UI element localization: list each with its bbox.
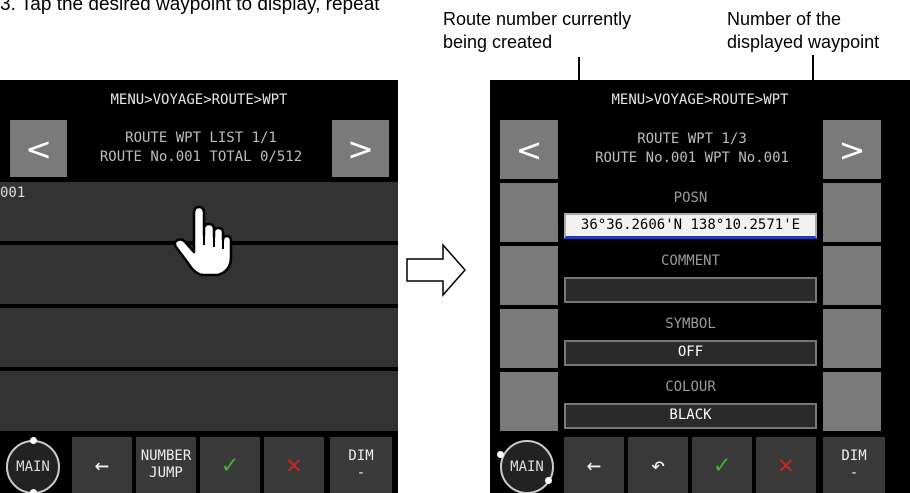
route-number-annotation-line1: Route number currently [443, 9, 632, 29]
waypoint-header-line1: ROUTE WPT 1/3 [637, 131, 747, 147]
left-side-button[interactable] [500, 246, 558, 305]
colour-label: COLOUR [665, 379, 716, 395]
dim-label: DIM [348, 448, 374, 464]
left-side-button[interactable] [500, 183, 558, 242]
back-button[interactable]: ← [72, 437, 132, 493]
posn-field[interactable]: 36°36.2606'N 138°10.2571'E [564, 213, 817, 239]
list-header: ROUTE WPT LIST 1/1 ROUTE No.001 TOTAL 0/… [70, 129, 332, 167]
breadcrumb: MENU>VOYAGE>ROUTE>WPT [110, 92, 288, 108]
posn-label: POSN [673, 190, 708, 206]
undo-button[interactable]: ↶ [628, 437, 688, 493]
list-item-label: 001 [0, 185, 26, 201]
main-button[interactable]: MAIN [500, 440, 554, 493]
dim-value: - [849, 465, 859, 481]
cancel-button[interactable]: ✕ [264, 437, 324, 493]
dim-value: - [356, 465, 366, 481]
list-header-line1: ROUTE WPT LIST 1/1 [125, 130, 277, 146]
comment-field[interactable] [564, 277, 817, 303]
right-side-button[interactable] [823, 183, 881, 242]
dim-label: DIM [841, 448, 867, 464]
ok-button[interactable]: ✓ [692, 437, 752, 493]
waypoint-header: ROUTE WPT 1/3 ROUTE No.001 WPT No.001 [562, 130, 822, 168]
main-button[interactable]: MAIN [6, 440, 60, 493]
right-side-button[interactable] [823, 246, 881, 305]
main-indicator-dot [545, 477, 552, 484]
cancel-button[interactable]: ✕ [756, 437, 816, 493]
next-page-button[interactable]: > [332, 120, 389, 177]
right-side-button[interactable] [823, 309, 881, 368]
symbol-field[interactable]: OFF [564, 340, 817, 366]
waypoint-number-annotation-line1: Number of the [727, 9, 842, 29]
breadcrumb: MENU>VOYAGE>ROUTE>WPT [611, 92, 789, 108]
transition-arrow-icon [406, 243, 466, 297]
waypoint-number-annotation-line2: displayed waypoint [727, 32, 880, 52]
intro-text: 3. Tap the desired waypoint to display, … [0, 0, 380, 15]
comment-label: COMMENT [660, 253, 720, 269]
waypoint-number-annotation: Number of the displayed waypoint [727, 8, 879, 54]
dim-button[interactable]: DIM - [330, 437, 392, 493]
left-side-button[interactable] [500, 372, 558, 431]
hand-tap-icon [173, 205, 233, 277]
waypoint-number-leader-line-horizontal [793, 155, 814, 157]
colour-field[interactable]: BLACK [564, 403, 817, 429]
waypoint-header-line2: ROUTE No.001 WPT No.001 [595, 150, 789, 166]
right-side-button[interactable] [823, 372, 881, 431]
list-item[interactable] [0, 308, 398, 367]
route-number-annotation: Route number currently being created [443, 8, 631, 54]
symbol-label: SYMBOL [665, 316, 716, 332]
route-wpt-list-screen: MENU>VOYAGE>ROUTE>WPT < > ROUTE WPT LIST… [0, 80, 398, 493]
back-button[interactable]: ← [564, 437, 624, 493]
number-jump-label-line1: NUMBER [140, 448, 192, 464]
list-item[interactable] [0, 371, 398, 431]
prev-waypoint-button[interactable]: < [500, 120, 558, 179]
number-jump-label-line2: JUMP [149, 465, 183, 481]
route-wpt-detail-screen: MENU>VOYAGE>ROUTE>WPT < > ROUTE WPT 1/3 … [490, 80, 910, 493]
dim-button[interactable]: DIM - [823, 437, 885, 493]
main-indicator-dot [30, 437, 37, 444]
number-jump-button[interactable]: NUMBER JUMP [136, 437, 196, 493]
ok-button[interactable]: ✓ [200, 437, 260, 493]
left-side-button[interactable] [500, 309, 558, 368]
waypoint-number-leader-line [812, 55, 814, 156]
route-number-annotation-line2: being created [443, 32, 553, 52]
main-indicator-dot [497, 451, 504, 458]
main-indicator-dot [30, 489, 37, 493]
next-waypoint-button[interactable]: > [823, 120, 881, 179]
list-header-line2: ROUTE No.001 TOTAL 0/512 [99, 149, 303, 165]
route-number-leader-line [578, 57, 580, 145]
prev-page-button[interactable]: < [10, 120, 67, 177]
